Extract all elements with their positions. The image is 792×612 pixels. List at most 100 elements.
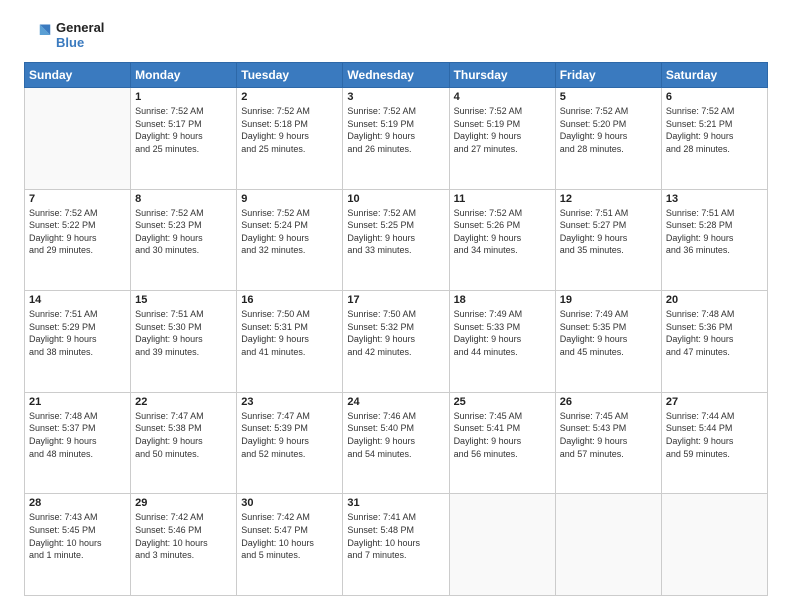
calendar-header-thursday: Thursday xyxy=(449,63,555,88)
day-number: 15 xyxy=(135,294,232,306)
day-number: 29 xyxy=(135,497,232,509)
day-number: 18 xyxy=(454,294,551,306)
day-info: Sunrise: 7:52 AM Sunset: 5:19 PM Dayligh… xyxy=(454,105,551,155)
day-info: Sunrise: 7:52 AM Sunset: 5:19 PM Dayligh… xyxy=(347,105,444,155)
calendar-cell: 31 Sunrise: 7:41 AM Sunset: 5:48 PM Dayli… xyxy=(343,494,449,596)
day-info: Sunrise: 7:51 AM Sunset: 5:30 PM Dayligh… xyxy=(135,308,232,358)
day-info: Sunrise: 7:48 AM Sunset: 5:36 PM Dayligh… xyxy=(666,308,763,358)
day-info: Sunrise: 7:49 AM Sunset: 5:35 PM Dayligh… xyxy=(560,308,657,358)
header: General Blue xyxy=(24,20,768,50)
day-info: Sunrise: 7:47 AM Sunset: 5:39 PM Dayligh… xyxy=(241,410,338,460)
day-info: Sunrise: 7:52 AM Sunset: 5:17 PM Dayligh… xyxy=(135,105,232,155)
calendar-cell: 25Sunrise: 7:45 AM Sunset: 5:41 PM Dayli… xyxy=(449,392,555,494)
day-number: 27 xyxy=(666,396,763,408)
calendar-cell: 21 Sunrise: 7:48 AM Sunset: 5:37 PM Dayli… xyxy=(25,392,131,494)
day-number: 31 xyxy=(347,497,444,509)
calendar-cell: 9 Sunrise: 7:52 AM Sunset: 5:24 PM Daylig… xyxy=(237,189,343,291)
calendar-cell: 3 Sunrise: 7:52 AM Sunset: 5:19 PM Daylig… xyxy=(343,88,449,190)
page: General Blue SundayMondayTuesdayWednesda… xyxy=(0,0,792,612)
calendar-week-2: 14Sunrise: 7:51 AM Sunset: 5:29 PM Dayli… xyxy=(25,291,768,393)
calendar-header-friday: Friday xyxy=(555,63,661,88)
day-number: 12 xyxy=(560,193,657,205)
day-info: Sunrise: 7:51 AM Sunset: 5:27 PM Dayligh… xyxy=(560,207,657,257)
day-number: 5 xyxy=(560,91,657,103)
calendar-header-wednesday: Wednesday xyxy=(343,63,449,88)
day-number: 4 xyxy=(454,91,551,103)
day-number: 1 xyxy=(135,91,232,103)
calendar-cell: 30Sunrise: 7:42 AM Sunset: 5:47 PM Dayli… xyxy=(237,494,343,596)
day-number: 17 xyxy=(347,294,444,306)
calendar-week-1: 7 Sunrise: 7:52 AM Sunset: 5:22 PM Daylig… xyxy=(25,189,768,291)
day-number: 9 xyxy=(241,193,338,205)
day-info: Sunrise: 7:41 AM Sunset: 5:48 PM Dayligh… xyxy=(347,511,444,561)
day-number: 22 xyxy=(135,396,232,408)
day-number: 28 xyxy=(29,497,126,509)
day-number: 16 xyxy=(241,294,338,306)
day-number: 8 xyxy=(135,193,232,205)
calendar-cell xyxy=(25,88,131,190)
day-number: 2 xyxy=(241,91,338,103)
day-number: 26 xyxy=(560,396,657,408)
day-info: Sunrise: 7:52 AM Sunset: 5:26 PM Dayligh… xyxy=(454,207,551,257)
calendar-cell: 1 Sunrise: 7:52 AM Sunset: 5:17 PM Daylig… xyxy=(131,88,237,190)
day-number: 21 xyxy=(29,396,126,408)
day-info: Sunrise: 7:52 AM Sunset: 5:22 PM Dayligh… xyxy=(29,207,126,257)
calendar-cell: 6 Sunrise: 7:52 AM Sunset: 5:21 PM Daylig… xyxy=(661,88,767,190)
calendar-cell xyxy=(661,494,767,596)
calendar-cell: 10 Sunrise: 7:52 AM Sunset: 5:25 PM Dayli… xyxy=(343,189,449,291)
calendar-header-sunday: Sunday xyxy=(25,63,131,88)
day-info: Sunrise: 7:51 AM Sunset: 5:28 PM Dayligh… xyxy=(666,207,763,257)
day-info: Sunrise: 7:52 AM Sunset: 5:25 PM Dayligh… xyxy=(347,207,444,257)
day-info: Sunrise: 7:44 AM Sunset: 5:44 PM Dayligh… xyxy=(666,410,763,460)
calendar-cell: 11Sunrise: 7:52 AM Sunset: 5:26 PM Dayli… xyxy=(449,189,555,291)
calendar-week-0: 1 Sunrise: 7:52 AM Sunset: 5:17 PM Daylig… xyxy=(25,88,768,190)
calendar-cell: 28 Sunrise: 7:43 AM Sunset: 5:45 PM Dayli… xyxy=(25,494,131,596)
calendar-cell: 17Sunrise: 7:50 AM Sunset: 5:32 PM Dayli… xyxy=(343,291,449,393)
logo: General Blue xyxy=(24,20,104,50)
day-number: 19 xyxy=(560,294,657,306)
calendar-cell: 14Sunrise: 7:51 AM Sunset: 5:29 PM Dayli… xyxy=(25,291,131,393)
calendar-table: SundayMondayTuesdayWednesdayThursdayFrid… xyxy=(24,62,768,596)
calendar-cell: 5 Sunrise: 7:52 AM Sunset: 5:20 PM Daylig… xyxy=(555,88,661,190)
day-info: Sunrise: 7:52 AM Sunset: 5:24 PM Dayligh… xyxy=(241,207,338,257)
day-info: Sunrise: 7:43 AM Sunset: 5:45 PM Dayligh… xyxy=(29,511,126,561)
day-number: 20 xyxy=(666,294,763,306)
calendar-cell: 15 Sunrise: 7:51 AM Sunset: 5:30 PM Dayli… xyxy=(131,291,237,393)
day-number: 6 xyxy=(666,91,763,103)
calendar-header-row: SundayMondayTuesdayWednesdayThursdayFrid… xyxy=(25,63,768,88)
calendar-cell: 27 Sunrise: 7:44 AM Sunset: 5:44 PM Dayli… xyxy=(661,392,767,494)
day-number: 30 xyxy=(241,497,338,509)
calendar-cell: 19 Sunrise: 7:49 AM Sunset: 5:35 PM Dayli… xyxy=(555,291,661,393)
day-number: 24 xyxy=(347,396,444,408)
day-info: Sunrise: 7:52 AM Sunset: 5:21 PM Dayligh… xyxy=(666,105,763,155)
calendar-cell: 18Sunrise: 7:49 AM Sunset: 5:33 PM Dayli… xyxy=(449,291,555,393)
calendar-cell: 29 Sunrise: 7:42 AM Sunset: 5:46 PM Dayli… xyxy=(131,494,237,596)
calendar-cell: 16Sunrise: 7:50 AM Sunset: 5:31 PM Dayli… xyxy=(237,291,343,393)
day-number: 10 xyxy=(347,193,444,205)
calendar-cell xyxy=(555,494,661,596)
day-info: Sunrise: 7:52 AM Sunset: 5:20 PM Dayligh… xyxy=(560,105,657,155)
calendar-header-saturday: Saturday xyxy=(661,63,767,88)
calendar-cell: 22Sunrise: 7:47 AM Sunset: 5:38 PM Dayli… xyxy=(131,392,237,494)
calendar-cell: 2 Sunrise: 7:52 AM Sunset: 5:18 PM Daylig… xyxy=(237,88,343,190)
day-info: Sunrise: 7:42 AM Sunset: 5:46 PM Dayligh… xyxy=(135,511,232,561)
logo-icon xyxy=(24,21,52,49)
calendar-cell: 26Sunrise: 7:45 AM Sunset: 5:43 PM Dayli… xyxy=(555,392,661,494)
calendar-body: 1 Sunrise: 7:52 AM Sunset: 5:17 PM Daylig… xyxy=(25,88,768,596)
day-info: Sunrise: 7:51 AM Sunset: 5:29 PM Dayligh… xyxy=(29,308,126,358)
day-info: Sunrise: 7:48 AM Sunset: 5:37 PM Dayligh… xyxy=(29,410,126,460)
day-number: 23 xyxy=(241,396,338,408)
calendar-cell: 4 Sunrise: 7:52 AM Sunset: 5:19 PM Daylig… xyxy=(449,88,555,190)
calendar-cell: 12 Sunrise: 7:51 AM Sunset: 5:27 PM Dayli… xyxy=(555,189,661,291)
day-info: Sunrise: 7:52 AM Sunset: 5:18 PM Dayligh… xyxy=(241,105,338,155)
calendar-cell: 20 Sunrise: 7:48 AM Sunset: 5:36 PM Dayli… xyxy=(661,291,767,393)
day-number: 13 xyxy=(666,193,763,205)
calendar-week-3: 21 Sunrise: 7:48 AM Sunset: 5:37 PM Dayli… xyxy=(25,392,768,494)
calendar-cell: 8 Sunrise: 7:52 AM Sunset: 5:23 PM Daylig… xyxy=(131,189,237,291)
day-info: Sunrise: 7:52 AM Sunset: 5:23 PM Dayligh… xyxy=(135,207,232,257)
day-number: 7 xyxy=(29,193,126,205)
day-info: Sunrise: 7:45 AM Sunset: 5:41 PM Dayligh… xyxy=(454,410,551,460)
day-info: Sunrise: 7:46 AM Sunset: 5:40 PM Dayligh… xyxy=(347,410,444,460)
logo-text: General Blue xyxy=(56,20,104,50)
day-number: 3 xyxy=(347,91,444,103)
